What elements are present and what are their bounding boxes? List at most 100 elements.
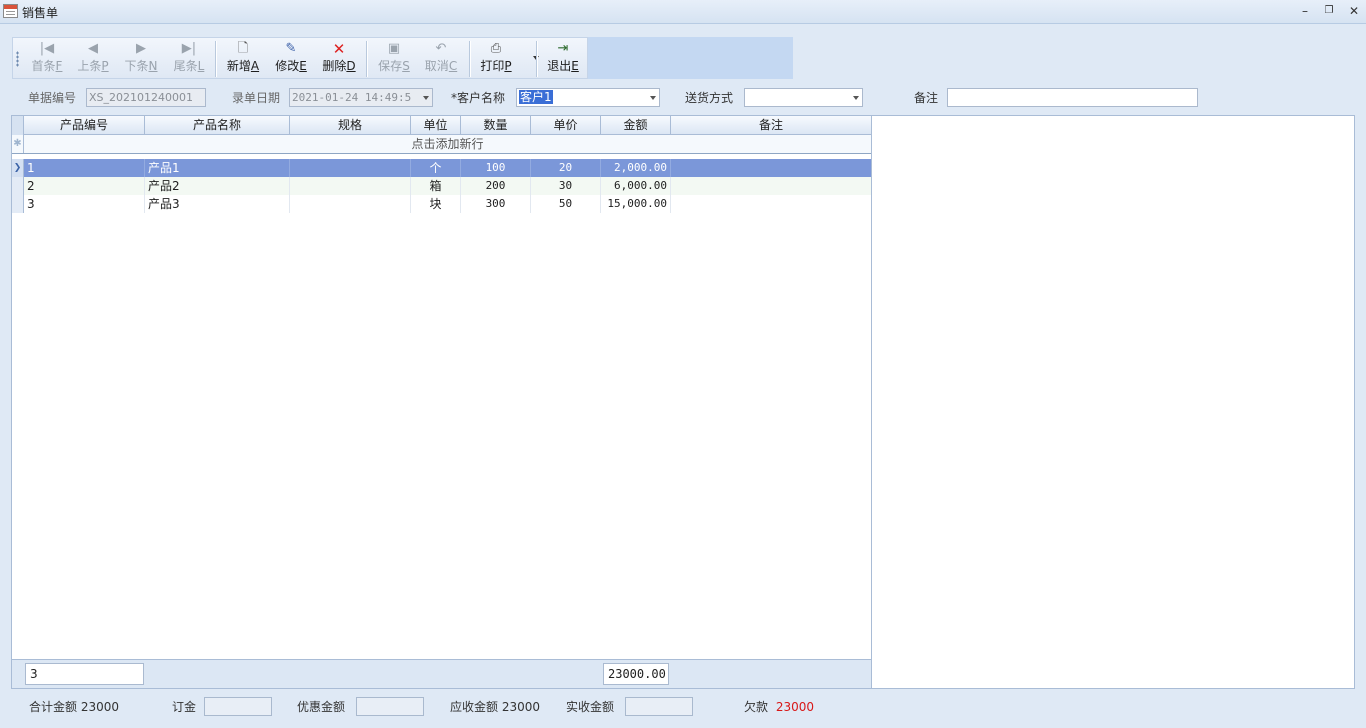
edit-icon: ✎ bbox=[285, 41, 297, 56]
printer-icon: ⎙ bbox=[490, 41, 502, 56]
grid-footer: 3 23000.00 bbox=[12, 659, 871, 688]
cell-qty[interactable]: 300 bbox=[461, 195, 531, 213]
delivery-combo[interactable] bbox=[744, 88, 863, 107]
cell-name[interactable]: 产品1 bbox=[145, 159, 290, 177]
cell-qty[interactable]: 200 bbox=[461, 177, 531, 195]
save-button[interactable]: ▣ 保存S bbox=[376, 40, 412, 76]
new-row[interactable]: ✱ 点击添加新行 bbox=[12, 135, 871, 154]
new-row-icon: ✱ bbox=[12, 135, 24, 153]
column-header-amount[interactable]: 金额 bbox=[601, 116, 671, 135]
new-button[interactable]: 🗋 新增A bbox=[225, 40, 261, 76]
column-header-spec[interactable]: 规格 bbox=[290, 116, 411, 135]
first-record-button[interactable]: |◀ 首条F bbox=[29, 40, 65, 76]
column-header-unit[interactable]: 单位 bbox=[411, 116, 461, 135]
next-icon: ▶ bbox=[136, 41, 146, 56]
cell-price[interactable]: 30 bbox=[531, 177, 601, 195]
chevron-down-icon[interactable] bbox=[853, 96, 859, 100]
table-row[interactable]: 3 产品3 块 300 50 15,000.00 bbox=[12, 195, 871, 213]
title-bar: 销售单 – ❐ ✕ bbox=[0, 0, 1366, 24]
cell-qty[interactable]: 100 bbox=[461, 159, 531, 177]
total-amount: 合计金额 23000 bbox=[29, 698, 119, 715]
cell-price[interactable]: 20 bbox=[531, 159, 601, 177]
next-record-button[interactable]: ▶ 下条N bbox=[122, 40, 160, 76]
chevron-down-icon[interactable] bbox=[423, 96, 429, 100]
table-row[interactable]: 2 产品2 箱 200 30 6,000.00 bbox=[12, 177, 871, 195]
edit-button[interactable]: ✎ 修改E bbox=[273, 40, 309, 76]
cell-code[interactable]: 1 bbox=[24, 159, 145, 177]
cell-name[interactable]: 产品2 bbox=[145, 177, 290, 195]
received-label: 实收金额 bbox=[566, 700, 615, 714]
column-header-name[interactable]: 产品名称 bbox=[145, 116, 290, 135]
last-icon: ▶| bbox=[181, 41, 197, 56]
chevron-down-icon[interactable] bbox=[650, 96, 656, 100]
cell-remark[interactable] bbox=[671, 177, 871, 195]
discount-input[interactable] bbox=[356, 697, 424, 716]
toolbar-separator bbox=[469, 41, 470, 77]
print-button[interactable]: ⎙ 打印P bbox=[478, 40, 514, 76]
toolbar-grip[interactable] bbox=[16, 51, 19, 67]
exit-button[interactable]: ⇥ 退出E bbox=[545, 40, 581, 76]
new-row-text[interactable]: 点击添加新行 bbox=[24, 135, 871, 153]
remark-label: 备注 bbox=[914, 91, 939, 105]
cell-spec[interactable] bbox=[290, 159, 411, 177]
receivable-value: 23000 bbox=[501, 700, 541, 714]
cell-unit[interactable]: 箱 bbox=[411, 177, 461, 195]
column-header-price[interactable]: 单价 bbox=[531, 116, 601, 135]
new-document-icon: 🗋 bbox=[237, 41, 249, 56]
minimize-button[interactable]: – bbox=[1295, 2, 1315, 20]
cell-code[interactable]: 3 bbox=[24, 195, 145, 213]
grid-corner[interactable] bbox=[12, 116, 24, 135]
grid-area: 产品编号 产品名称 规格 单位 数量 单价 金额 备注 ✱ 点击添加新行 ❯ 1… bbox=[11, 115, 1355, 689]
grid-header: 产品编号 产品名称 规格 单位 数量 单价 金额 备注 bbox=[12, 116, 871, 135]
customer-label: *客户名称 bbox=[451, 91, 506, 105]
footer-count: 3 bbox=[25, 663, 144, 685]
row-indicator-icon: ❯ bbox=[12, 159, 24, 177]
first-icon: |◀ bbox=[39, 41, 55, 56]
cancel-button[interactable]: ↶ 取消C bbox=[423, 40, 459, 76]
toolbar-separator bbox=[366, 41, 367, 77]
toolbar: |◀ 首条F ◀ 上条P ▶ 下条N ▶| 尾条L 🗋 新增A ✎ 修改E ✕ … bbox=[12, 37, 588, 79]
total-amount-label: 合计金额 bbox=[29, 700, 78, 714]
owed-label: 欠款 bbox=[744, 700, 769, 714]
exit-icon: ⇥ bbox=[557, 41, 569, 56]
column-header-code[interactable]: 产品编号 bbox=[24, 116, 145, 135]
deposit-label: 订金 bbox=[172, 700, 197, 714]
cell-spec[interactable] bbox=[290, 177, 411, 195]
window-title: 销售单 bbox=[22, 6, 59, 20]
table-row[interactable]: ❯ 1 产品1 个 100 20 2,000.00 bbox=[12, 159, 871, 177]
delivery-label: 送货方式 bbox=[685, 91, 734, 105]
delete-button[interactable]: ✕ 删除D bbox=[320, 40, 358, 76]
cell-unit[interactable]: 块 bbox=[411, 195, 461, 213]
discount-label: 优惠金额 bbox=[297, 700, 346, 714]
cell-remark[interactable] bbox=[671, 195, 871, 213]
cell-unit[interactable]: 个 bbox=[411, 159, 461, 177]
column-header-qty[interactable]: 数量 bbox=[461, 116, 531, 135]
cell-amount[interactable]: 15,000.00 bbox=[601, 195, 671, 213]
customer-combo[interactable]: 客户1 bbox=[516, 88, 660, 107]
cell-code[interactable]: 2 bbox=[24, 177, 145, 195]
deposit-input[interactable] bbox=[204, 697, 272, 716]
remark-input[interactable] bbox=[947, 88, 1198, 107]
app-window-icon bbox=[3, 4, 18, 18]
cell-remark[interactable] bbox=[671, 159, 871, 177]
cell-amount[interactable]: 2,000.00 bbox=[601, 159, 671, 177]
close-button[interactable]: ✕ bbox=[1344, 2, 1364, 20]
doc-no-field: XS_202101240001 bbox=[86, 88, 206, 107]
receivable-amount: 应收金额 23000 bbox=[450, 698, 540, 715]
owed-amount: 欠款 23000 bbox=[744, 698, 814, 715]
prev-record-button[interactable]: ◀ 上条P bbox=[75, 40, 111, 76]
column-header-remark[interactable]: 备注 bbox=[671, 116, 871, 135]
last-record-button[interactable]: ▶| 尾条L bbox=[171, 40, 207, 76]
date-field[interactable]: 2021-01-24 14:49:5 bbox=[289, 88, 433, 107]
cell-price[interactable]: 50 bbox=[531, 195, 601, 213]
save-icon: ▣ bbox=[387, 41, 401, 56]
toolbar-extension bbox=[588, 37, 793, 79]
cell-amount[interactable]: 6,000.00 bbox=[601, 177, 671, 195]
toolbar-separator bbox=[215, 41, 216, 77]
cell-spec[interactable] bbox=[290, 195, 411, 213]
prev-icon: ◀ bbox=[88, 41, 98, 56]
received-input[interactable] bbox=[625, 697, 693, 716]
restore-button[interactable]: ❐ bbox=[1319, 2, 1339, 20]
cell-name[interactable]: 产品3 bbox=[145, 195, 290, 213]
undo-icon: ↶ bbox=[435, 41, 447, 56]
